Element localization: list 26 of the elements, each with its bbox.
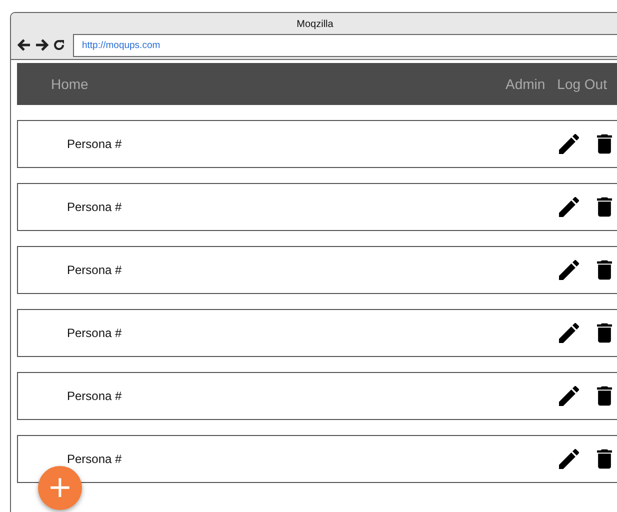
delete-icon[interactable] bbox=[597, 260, 612, 280]
delete-icon[interactable] bbox=[597, 386, 612, 406]
delete-icon[interactable] bbox=[597, 134, 612, 154]
back-arrow-icon[interactable] bbox=[17, 39, 31, 51]
persona-name: Persona # bbox=[67, 200, 122, 214]
address-field[interactable]: http://moqups.com bbox=[73, 34, 617, 56]
reload-icon[interactable] bbox=[53, 39, 65, 51]
edit-icon[interactable] bbox=[559, 449, 579, 469]
edit-icon[interactable] bbox=[559, 260, 579, 280]
forward-arrow-icon[interactable] bbox=[35, 39, 49, 51]
edit-icon[interactable] bbox=[559, 323, 579, 343]
delete-icon[interactable] bbox=[597, 197, 612, 217]
nav-link[interactable]: Admin bbox=[505, 76, 546, 92]
nav-link[interactable]: Home bbox=[51, 76, 88, 92]
delete-icon[interactable] bbox=[597, 323, 612, 343]
persona-name: Persona # bbox=[67, 326, 122, 340]
persona-name: Persona # bbox=[67, 137, 122, 151]
persona-name: Persona # bbox=[67, 452, 122, 466]
persona-name: Persona # bbox=[67, 389, 122, 403]
nav-link[interactable]: Log Out bbox=[557, 76, 607, 92]
window-title: Moqzilla bbox=[296, 18, 334, 30]
delete-icon[interactable] bbox=[597, 449, 612, 469]
edit-icon[interactable] bbox=[559, 134, 579, 154]
edit-icon[interactable] bbox=[559, 386, 579, 406]
edit-icon[interactable] bbox=[559, 197, 579, 217]
persona-name: Persona # bbox=[67, 263, 122, 277]
